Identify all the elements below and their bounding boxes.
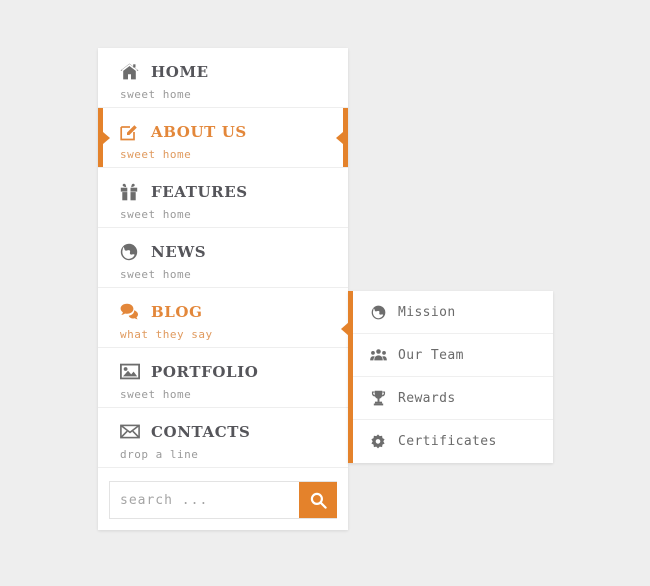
menu-item-title: NEWS bbox=[151, 243, 206, 261]
menu-item-title: CONTACTS bbox=[151, 423, 250, 441]
submenu-item-mission[interactable]: Mission bbox=[353, 291, 553, 334]
submenu-item-label: Mission bbox=[398, 305, 456, 320]
menu-item-subtitle: sweet home bbox=[120, 88, 348, 101]
active-indicator-right bbox=[343, 108, 348, 167]
pencil-edit-icon bbox=[120, 122, 142, 142]
menu-item-row: PORTFOLIO bbox=[120, 360, 348, 383]
menu-item-blog[interactable]: BLOG what they say bbox=[98, 288, 348, 348]
menu-item-about-us[interactable]: ABOUT US sweet home bbox=[98, 108, 348, 168]
submenu-item-label: Our Team bbox=[398, 348, 464, 363]
trophy-icon bbox=[368, 388, 388, 408]
menu-item-row: CONTACTS bbox=[120, 420, 348, 443]
submenu-item-rewards[interactable]: Rewards bbox=[353, 377, 553, 420]
menu-item-subtitle: sweet home bbox=[120, 268, 348, 281]
submenu-item-label: Certificates bbox=[398, 434, 497, 449]
menu-item-subtitle: what they say bbox=[120, 328, 348, 341]
search-button[interactable] bbox=[299, 482, 337, 518]
menu-item-portfolio[interactable]: PORTFOLIO sweet home bbox=[98, 348, 348, 408]
arrow-left-icon bbox=[341, 322, 349, 336]
submenu-panel: Mission Our Team Rewar bbox=[348, 291, 553, 463]
envelope-icon bbox=[120, 422, 142, 442]
menu-item-row: NEWS bbox=[120, 240, 348, 263]
submenu-item-label: Rewards bbox=[398, 391, 456, 406]
menu-item-subtitle: sweet home bbox=[120, 388, 348, 401]
users-icon bbox=[368, 345, 388, 365]
globe-icon bbox=[368, 302, 388, 322]
menu-item-subtitle: sweet home bbox=[120, 208, 348, 221]
menu-item-title: HOME bbox=[151, 63, 209, 81]
active-indicator-left bbox=[98, 108, 103, 167]
home-icon bbox=[120, 62, 142, 82]
menu-item-row: BLOG bbox=[120, 300, 348, 323]
menu-item-row: FEATURES bbox=[120, 180, 348, 203]
submenu-item-certificates[interactable]: Certificates bbox=[353, 420, 553, 463]
menu-item-title: PORTFOLIO bbox=[151, 363, 258, 381]
arrow-left-icon bbox=[336, 132, 343, 144]
menu-item-row: HOME bbox=[120, 60, 348, 83]
search-box bbox=[109, 481, 337, 519]
menu-item-row: ABOUT US bbox=[120, 120, 348, 143]
menu-item-title: BLOG bbox=[151, 303, 203, 321]
arrow-right-icon bbox=[103, 132, 110, 144]
menu-item-news[interactable]: NEWS sweet home bbox=[98, 228, 348, 288]
search-input[interactable] bbox=[110, 482, 299, 518]
menu-item-home[interactable]: HOME sweet home bbox=[98, 48, 348, 108]
comments-icon bbox=[120, 302, 142, 322]
menu-item-subtitle: sweet home bbox=[120, 148, 348, 161]
globe-icon bbox=[120, 242, 142, 262]
menu-item-title: ABOUT US bbox=[151, 123, 247, 141]
menu-item-features[interactable]: FEATURES sweet home bbox=[98, 168, 348, 228]
menu-item-subtitle: drop a line bbox=[120, 448, 348, 461]
submenu-item-our-team[interactable]: Our Team bbox=[353, 334, 553, 377]
menu-item-contacts[interactable]: CONTACTS drop a line bbox=[98, 408, 348, 468]
menu-item-title: FEATURES bbox=[151, 183, 248, 201]
picture-icon bbox=[120, 362, 142, 382]
main-navigation-panel: HOME sweet home ABOUT US sweet home bbox=[98, 48, 348, 530]
gift-icon bbox=[120, 182, 142, 202]
badge-icon bbox=[368, 432, 388, 452]
search-area bbox=[98, 468, 348, 530]
